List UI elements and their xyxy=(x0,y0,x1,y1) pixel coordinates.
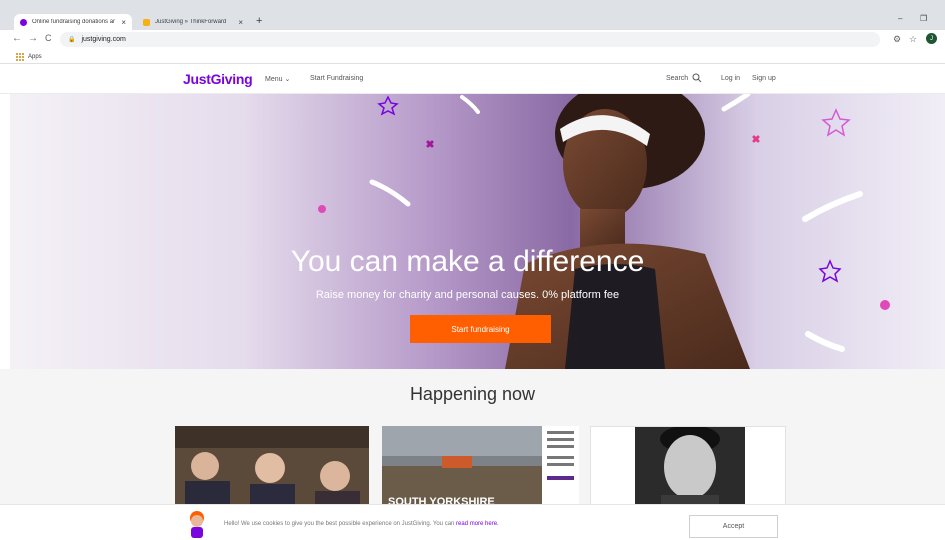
search-link[interactable]: Search xyxy=(666,73,702,83)
menu-dropdown[interactable]: Menu ⌄ xyxy=(265,75,290,83)
story-card-school[interactable] xyxy=(175,426,369,506)
story-card-south-yorkshire[interactable]: SOUTH YORKSHIRE xyxy=(382,426,579,506)
man-portrait-image xyxy=(635,427,745,505)
cookie-read-more-link[interactable]: read more here. xyxy=(456,521,499,527)
tab-justgiving-home[interactable]: Online fundraising donations an × xyxy=(14,14,132,30)
justgiving-favicon-icon xyxy=(20,18,27,26)
cookie-message: Hello! We use cookies to give you the be… xyxy=(224,521,499,527)
lock-icon: 🔒 xyxy=(68,37,76,43)
bookmarks-bar: Apps xyxy=(0,50,945,64)
restore-button[interactable]: ❐ xyxy=(920,14,927,23)
apps-bookmark[interactable]: Apps xyxy=(28,54,42,60)
hero-subtitle: Raise money for charity and personal cau… xyxy=(315,289,620,301)
story-card-portrait[interactable] xyxy=(590,426,786,506)
url-text: justgiving.com xyxy=(81,36,126,43)
address-bar[interactable]: 🔒 justgiving.com xyxy=(60,32,880,47)
accept-cookies-button[interactable]: Accept xyxy=(689,515,778,538)
chevron-down-icon: ⌄ xyxy=(284,76,291,83)
hero-title: You can make a difference xyxy=(290,245,645,278)
back-button[interactable]: ← xyxy=(12,33,22,44)
tab-thinkforward[interactable]: JustGiving » ThinkForward × xyxy=(137,14,249,30)
flood-image xyxy=(382,426,579,506)
tab-close-icon[interactable]: × xyxy=(238,18,243,27)
mascot-icon xyxy=(190,511,204,538)
minimize-button[interactable]: – xyxy=(898,14,902,23)
tab-title: JustGiving » ThinkForward xyxy=(155,19,227,25)
extension-icon[interactable]: ⚙ xyxy=(893,34,901,45)
tab-close-icon[interactable]: × xyxy=(121,18,126,27)
new-tab-button[interactable]: + xyxy=(256,15,262,27)
apps-grid-icon xyxy=(16,52,24,61)
profile-avatar[interactable]: J xyxy=(926,33,937,44)
justgiving-logo[interactable]: JustGiving xyxy=(183,71,253,87)
bookmark-star-icon[interactable]: ☆ xyxy=(909,34,917,45)
start-fundraising-button[interactable]: Start fundraising xyxy=(410,315,551,343)
cookie-text: Hello! We use cookies to give you the be… xyxy=(224,521,457,527)
lightbulb-favicon-icon xyxy=(143,18,150,26)
start-fundraising-link[interactable]: Start Fundraising xyxy=(310,75,363,82)
children-classroom-image xyxy=(175,426,369,506)
signup-link[interactable]: Sign up xyxy=(752,75,776,82)
reload-button[interactable]: C xyxy=(45,33,52,43)
site-header xyxy=(0,64,945,94)
happening-now-title: Happening now xyxy=(409,384,536,404)
hero-banner: You can make a difference Raise money fo… xyxy=(10,94,945,369)
forward-button[interactable]: → xyxy=(28,33,38,44)
search-label: Search xyxy=(666,74,689,82)
login-link[interactable]: Log in xyxy=(721,75,740,82)
menu-label: Menu xyxy=(265,76,283,83)
tab-title: Online fundraising donations an xyxy=(32,19,116,25)
search-icon xyxy=(692,73,702,83)
